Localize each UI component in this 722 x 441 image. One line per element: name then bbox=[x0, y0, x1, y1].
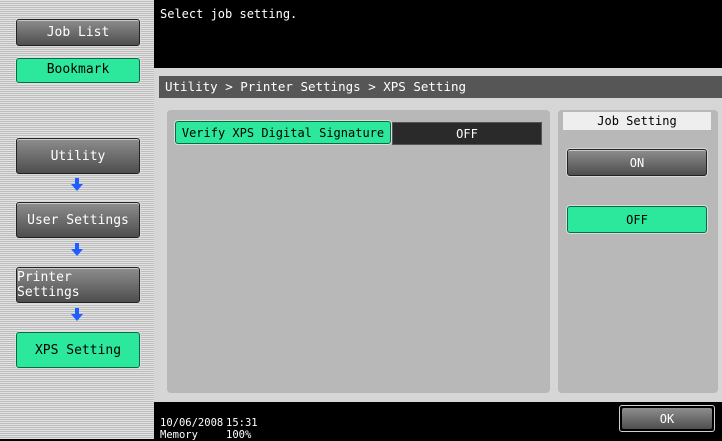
left-sidebar: Job List Bookmark Utility User Settings … bbox=[0, 0, 154, 439]
arrow-down-icon bbox=[71, 243, 83, 256]
time-text: 15:31 bbox=[226, 417, 258, 429]
memory-value: 100% bbox=[226, 429, 252, 441]
memory-label: Memory bbox=[160, 429, 198, 441]
ok-button-frame: OK bbox=[619, 405, 715, 432]
breadcrumb: Utility > Printer Settings > XPS Setting bbox=[159, 76, 722, 98]
ok-button[interactable]: OK bbox=[622, 408, 712, 429]
path-printer-settings-button[interactable]: Printer Settings bbox=[16, 267, 140, 303]
setting-value-display: OFF bbox=[392, 122, 542, 145]
on-button[interactable]: ON bbox=[567, 149, 707, 176]
arrow-down-icon bbox=[71, 308, 83, 321]
instruction-message: Select job setting. bbox=[160, 7, 298, 21]
path-user-settings-button[interactable]: User Settings bbox=[16, 202, 140, 238]
job-list-button[interactable]: Job List bbox=[16, 19, 140, 46]
date-text: 10/06/2008 bbox=[160, 417, 224, 429]
path-utility-button[interactable]: Utility bbox=[16, 138, 140, 174]
off-button[interactable]: OFF bbox=[567, 206, 707, 233]
settings-panel bbox=[167, 110, 550, 393]
path-xps-setting-button[interactable]: XPS Setting bbox=[16, 332, 140, 368]
bookmark-button[interactable]: Bookmark bbox=[16, 58, 140, 83]
verify-xps-signature-button[interactable]: Verify XPS Digital Signature bbox=[175, 121, 391, 144]
job-setting-title: Job Setting bbox=[563, 112, 711, 130]
arrow-down-icon bbox=[71, 178, 83, 191]
